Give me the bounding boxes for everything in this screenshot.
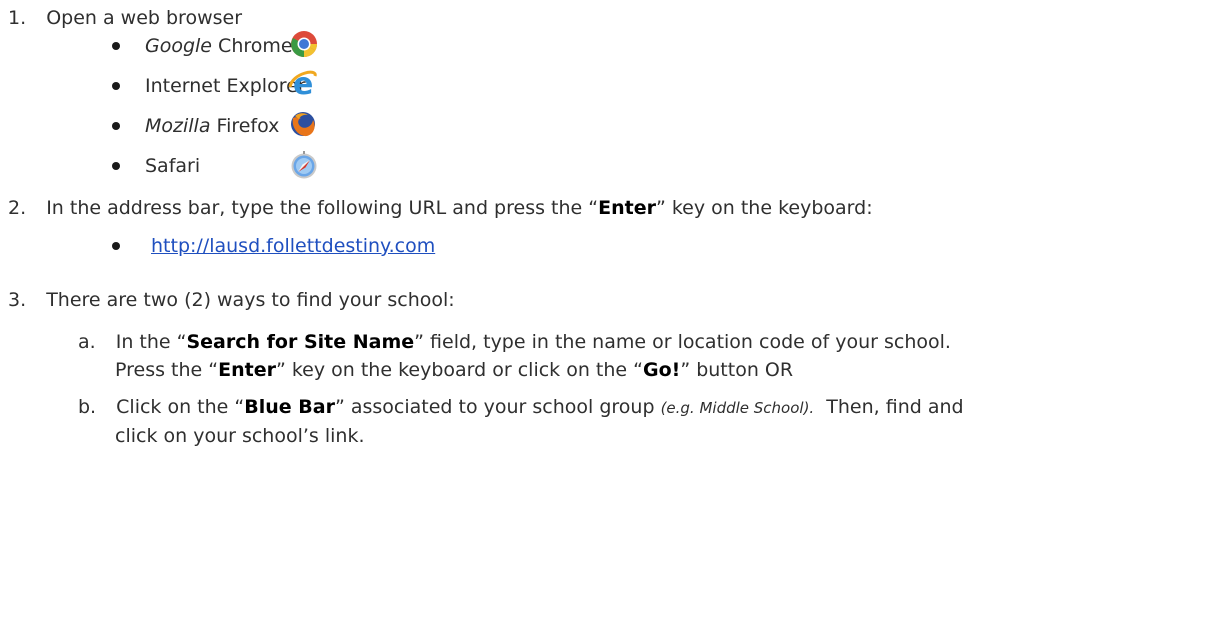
step-number: 1. [8,7,27,29]
bullet [112,122,120,130]
safari-icon [291,151,317,179]
bullet [112,242,120,250]
browser-ie-label: Internet Explorer [145,75,306,97]
go-button-label: Go! [642,359,681,381]
search-field-label: Search for Site Name [186,331,415,353]
chrome-icon [291,31,318,58]
browser-firefox-label: Mozilla Firefox [145,115,280,137]
step-text: Open a web browser [46,7,243,29]
step-2: 2. In the address bar, type the followin… [8,197,873,219]
enter-key-label: Enter [218,359,276,381]
step-number: 2. [8,197,27,219]
bullet [112,42,120,50]
internet-explorer-icon: e [288,69,317,97]
example-note: (e.g. Middle School). [660,399,815,417]
substep-a: a. In the “Search for Site Name” field, … [78,331,951,353]
step-3: 3. There are two (2) ways to find your s… [8,288,455,312]
substep-b-line2: click on your school’s link. [115,425,365,447]
enter-key-label: Enter [598,197,656,219]
firefox-icon [291,112,315,137]
step-text: There are two (2) ways to find your scho… [46,289,455,311]
url-link[interactable]: http://lausd.follettdestiny.com [151,235,435,257]
step-1: 1. Open a web browser [8,6,242,30]
bullet [112,82,120,90]
bullet [112,162,120,170]
browser-chrome-label: Google Chrome [145,35,293,57]
blue-bar-label: Blue Bar [244,396,335,418]
substep-b: b. Click on the “Blue Bar” associated to… [78,396,964,418]
step-number: 3. [8,289,27,311]
substep-a-line2: Press the “Enter” key on the keyboard or… [115,359,794,381]
browser-safari-label: Safari [145,155,201,177]
